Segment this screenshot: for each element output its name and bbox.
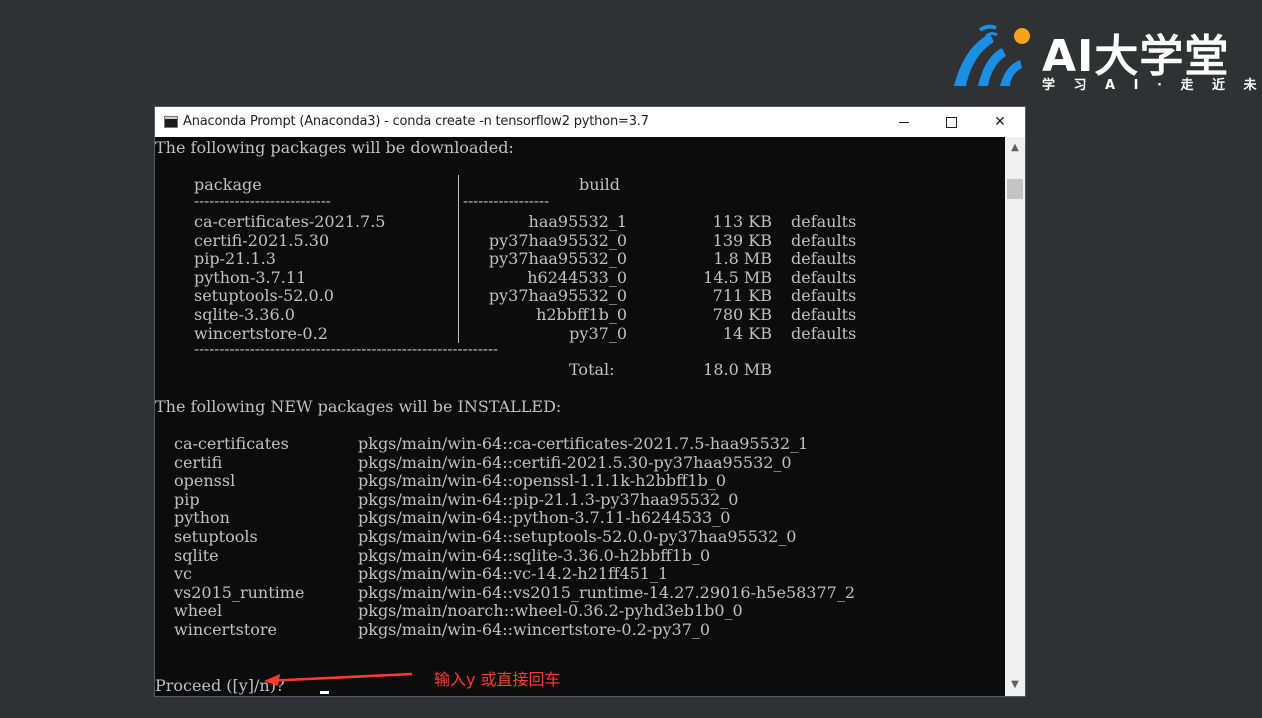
table-header-build: build xyxy=(579,175,621,194)
total-value: 18.0 MB xyxy=(703,360,772,379)
window-title: Anaconda Prompt (Anaconda3) - conda crea… xyxy=(183,114,649,129)
download-package: python-3.7.11 xyxy=(194,267,307,287)
console-window: Anaconda Prompt (Anaconda3) - conda crea… xyxy=(155,107,1025,696)
download-header: The following packages will be downloade… xyxy=(155,138,514,157)
install-name: sqlite xyxy=(174,545,219,565)
download-build: haa95532_1 xyxy=(528,212,627,231)
download-channel: defaults xyxy=(791,305,857,324)
download-build: py37haa95532_0 xyxy=(488,249,627,269)
logo-subtitle: 学 习 A I · 走 近 未 来 xyxy=(1042,78,1262,93)
install-spec: pkgs/main/win-64::vs2015_runtime-14.27.2… xyxy=(358,582,856,602)
download-package: pip-21.1.3 xyxy=(194,249,276,269)
total-label: Total: xyxy=(569,360,615,379)
download-size: 1.8 MB xyxy=(713,249,772,269)
download-size: 14.5 MB xyxy=(703,267,772,287)
install-spec: pkgs/main/win-64::ca-certificates-2021.7… xyxy=(358,434,809,453)
install-name: openssl xyxy=(174,471,236,491)
install-name: setuptools xyxy=(174,527,258,546)
install-name: vs2015_runtime xyxy=(174,582,305,602)
install-name: vc xyxy=(174,564,192,584)
download-channel: defaults xyxy=(791,286,857,306)
install-name: wincertstore xyxy=(174,620,278,639)
install-spec: pkgs/main/win-64::wincertstore-0.2-py37_… xyxy=(358,620,711,639)
table-column-separator xyxy=(458,175,459,343)
text-cursor xyxy=(320,691,329,694)
window-titlebar[interactable]: Anaconda Prompt (Anaconda3) - conda crea… xyxy=(155,107,1025,137)
download-build: py37haa95532_0 xyxy=(488,230,627,250)
install-name: ca-certificates xyxy=(174,434,289,453)
install-spec: pkgs/main/win-64::python-3.7.11-h6244533… xyxy=(358,508,731,528)
logo-mark-icon xyxy=(954,24,1030,86)
download-package: ca-certificates-2021.7.5 xyxy=(194,212,386,231)
maximize-icon xyxy=(945,116,957,128)
install-name: wheel xyxy=(174,601,223,621)
minimize-icon xyxy=(899,121,909,123)
vertical-scrollbar[interactable]: ▲ ▼ xyxy=(1005,137,1025,696)
close-icon: ✕ xyxy=(994,114,1006,130)
install-name: certifi xyxy=(174,452,223,472)
download-channel: defaults xyxy=(791,249,857,269)
download-channel: defaults xyxy=(791,267,857,287)
table-rule-left: --------------------------- xyxy=(194,192,331,210)
download-channel: defaults xyxy=(791,212,857,231)
red-arrow-icon xyxy=(264,672,413,686)
table-rule-right: ----------------- xyxy=(463,192,550,210)
install-name: python xyxy=(174,508,230,528)
terminal-app-icon xyxy=(164,116,178,128)
console-output[interactable]: The following packages will be downloade… xyxy=(155,137,1005,696)
install-spec: pkgs/main/win-64::openssl-1.1.1k-h2bbff1… xyxy=(358,471,727,491)
install-name: pip xyxy=(174,489,200,509)
download-size: 139 KB xyxy=(712,230,772,250)
brand-logo: AI大学堂 学 习 A I · 走 近 未 来 xyxy=(950,22,1262,94)
download-build: h6244533_0 xyxy=(527,267,627,287)
download-package: certifi-2021.5.30 xyxy=(194,230,330,250)
scroll-down-icon[interactable]: ▼ xyxy=(1005,676,1025,694)
download-size: 711 KB xyxy=(712,286,772,306)
install-header: The following NEW packages will be INSTA… xyxy=(155,397,562,416)
download-size: 780 KB xyxy=(712,305,772,324)
install-spec: pkgs/main/win-64::vc-14.2-h21ff451_1 xyxy=(358,564,669,584)
install-spec: pkgs/main/win-64::sqlite-3.36.0-h2bbff1b… xyxy=(358,545,711,565)
close-button[interactable]: ✕ xyxy=(977,107,1023,137)
install-spec: pkgs/main/win-64::setuptools-52.0.0-py37… xyxy=(358,527,797,546)
scroll-up-icon[interactable]: ▲ xyxy=(1005,139,1025,157)
scrollbar-thumb[interactable] xyxy=(1007,179,1023,199)
download-channel: defaults xyxy=(791,230,857,250)
download-package: setuptools-52.0.0 xyxy=(194,286,334,306)
download-package: sqlite-3.36.0 xyxy=(194,305,295,324)
install-spec: pkgs/main/noarch::wheel-0.36.2-pyhd3eb1b… xyxy=(358,601,743,621)
download-size: 14 KB xyxy=(722,323,772,343)
minimize-button[interactable] xyxy=(881,107,927,137)
download-build: h2bbff1b_0 xyxy=(536,305,627,324)
download-size: 113 KB xyxy=(712,212,772,231)
total-rule: ----------------------------------------… xyxy=(194,340,499,358)
download-build: py37haa95532_0 xyxy=(488,286,627,306)
install-spec: pkgs/main/win-64::certifi-2021.5.30-py37… xyxy=(358,452,792,472)
download-channel: defaults xyxy=(791,323,857,343)
annotation-label: 输入y 或直接回车 xyxy=(434,670,561,689)
maximize-button[interactable] xyxy=(928,107,974,137)
install-spec: pkgs/main/win-64::pip-21.1.3-py37haa9553… xyxy=(358,489,739,509)
